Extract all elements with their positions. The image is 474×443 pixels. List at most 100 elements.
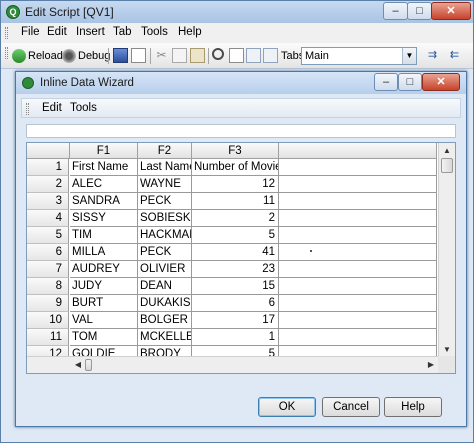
grid-cell[interactable]: PECK <box>138 244 192 261</box>
column-header-f1[interactable]: F1 <box>70 143 138 159</box>
grid-cell[interactable]: Last Name <box>138 159 192 176</box>
print-icon[interactable] <box>131 48 146 63</box>
cut-icon[interactable]: ✂ <box>154 48 169 63</box>
grid-cell[interactable]: AUDREY <box>70 261 138 278</box>
column-header-f3[interactable]: F3 <box>192 143 279 159</box>
column-header-empty[interactable] <box>279 143 437 159</box>
grid-cell[interactable]: HACKMAN <box>138 227 192 244</box>
row-number-cell[interactable]: 1 <box>27 159 69 176</box>
tabs-dropdown[interactable]: Main ▼ <box>301 47 417 65</box>
grid-cell[interactable]: PECK <box>138 193 192 210</box>
debug-button[interactable]: Debug <box>62 47 110 65</box>
cancel-button[interactable]: Cancel <box>322 397 380 417</box>
grid-cell[interactable]: 2 <box>192 210 279 227</box>
reload-button[interactable]: Reload <box>12 47 63 65</box>
vertical-scrollbar[interactable]: ▲ ▼ <box>438 143 455 358</box>
grid-cell[interactable]: 6 <box>192 295 279 312</box>
grid-cell[interactable]: SISSY <box>70 210 138 227</box>
grid-cell[interactable]: VAL <box>70 312 138 329</box>
promote-tab-icon[interactable] <box>246 48 261 63</box>
minimize-button[interactable]: – <box>383 2 408 20</box>
grid-cell[interactable]: DEAN <box>138 278 192 295</box>
ok-button[interactable]: OK <box>258 397 316 417</box>
grid-cell[interactable]: SOBIESKI <box>138 210 192 227</box>
collapse-icon[interactable]: ⇇ <box>447 48 462 63</box>
column-header-f2[interactable]: F2 <box>138 143 192 159</box>
grid-cell[interactable] <box>279 244 437 261</box>
grid-cell[interactable] <box>279 159 437 176</box>
chevron-down-icon[interactable]: ▼ <box>402 48 416 64</box>
grid-cell[interactable] <box>279 227 437 244</box>
grid-cell[interactable]: DUKAKIS <box>138 295 192 312</box>
grid-cell[interactable]: SANDRA <box>70 193 138 210</box>
cell-edit-field[interactable] <box>26 124 456 138</box>
grid-cell[interactable]: WAYNE <box>138 176 192 193</box>
grid-cell[interactable]: 11 <box>192 193 279 210</box>
grid-cell[interactable] <box>279 193 437 210</box>
dialog-menu-edit[interactable]: Edit <box>42 102 62 114</box>
grid-cell[interactable] <box>279 210 437 227</box>
scroll-up-icon[interactable]: ▲ <box>440 144 454 158</box>
grid-cell[interactable] <box>279 295 437 312</box>
scroll-right-icon[interactable]: ▶ <box>424 358 438 372</box>
grid-cell[interactable]: 15 <box>192 278 279 295</box>
menu-insert[interactable]: Insert <box>76 26 105 38</box>
copy-icon[interactable] <box>172 48 187 63</box>
grid-cell[interactable]: OLIVIER <box>138 261 192 278</box>
save-icon[interactable] <box>113 48 128 63</box>
grid-cell[interactable]: 5 <box>192 227 279 244</box>
help-button[interactable]: Help <box>384 397 442 417</box>
expand-icon[interactable]: ⇉ <box>425 48 440 63</box>
grid-cell[interactable]: ALEC <box>70 176 138 193</box>
vertical-scroll-thumb[interactable] <box>441 158 453 173</box>
dialog-maximize-button[interactable]: □ <box>398 73 422 91</box>
dialog-minimize-button[interactable]: – <box>374 73 398 91</box>
grid-cell[interactable]: TIM <box>70 227 138 244</box>
grid-cell[interactable]: 12 <box>192 176 279 193</box>
grid-cell[interactable] <box>279 278 437 295</box>
row-number-cell[interactable]: 11 <box>27 329 69 346</box>
horizontal-scroll-thumb[interactable] <box>85 359 92 371</box>
grid-cell[interactable] <box>279 261 437 278</box>
grid-cell[interactable] <box>279 312 437 329</box>
dialog-close-button[interactable]: ✕ <box>422 73 460 91</box>
maximize-button[interactable]: □ <box>407 2 432 20</box>
find-icon[interactable] <box>212 48 224 60</box>
grid-cell[interactable]: 23 <box>192 261 279 278</box>
grid-cell[interactable]: TOM <box>70 329 138 346</box>
grid-cell[interactable]: 1 <box>192 329 279 346</box>
menu-edit[interactable]: Edit <box>47 26 67 38</box>
scroll-left-icon[interactable]: ◀ <box>71 358 85 372</box>
grid-cell[interactable]: 41 <box>192 244 279 261</box>
demote-tab-icon[interactable] <box>263 48 278 63</box>
row-number-cell[interactable]: 2 <box>27 176 69 193</box>
grid-cell[interactable]: MILLA <box>70 244 138 261</box>
grid-cell[interactable] <box>279 176 437 193</box>
grid-cell[interactable]: MCKELLEN <box>138 329 192 346</box>
row-number-cell[interactable]: 9 <box>27 295 69 312</box>
grid-cell[interactable]: Number of Movies <box>192 159 279 176</box>
row-number-cell[interactable]: 7 <box>27 261 69 278</box>
grid-cell[interactable]: BURT <box>70 295 138 312</box>
row-number-cell[interactable]: 10 <box>27 312 69 329</box>
grid-cell[interactable] <box>279 329 437 346</box>
dialog-menu-tools[interactable]: Tools <box>70 102 97 114</box>
row-number-cell[interactable]: 4 <box>27 210 69 227</box>
new-tab-icon[interactable] <box>229 48 244 63</box>
grid-cell[interactable]: First Name <box>70 159 138 176</box>
inline-data-grid[interactable]: F1 F2 F3 1 First Name Last Name Number of M… <box>26 142 456 374</box>
menu-file[interactable]: File <box>21 26 40 38</box>
grid-cell[interactable]: 17 <box>192 312 279 329</box>
paste-icon[interactable] <box>190 48 205 63</box>
menu-help[interactable]: Help <box>178 26 202 38</box>
row-number-cell[interactable]: 5 <box>27 227 69 244</box>
horizontal-scrollbar[interactable]: ◀ ▶ <box>27 356 440 373</box>
scroll-down-icon[interactable]: ▼ <box>440 343 454 357</box>
grid-corner-cell[interactable] <box>27 143 70 159</box>
row-number-cell[interactable]: 8 <box>27 278 69 295</box>
close-button[interactable]: ✕ <box>431 2 471 20</box>
grid-cell[interactable]: JUDY <box>70 278 138 295</box>
menu-tools[interactable]: Tools <box>141 26 168 38</box>
row-number-cell[interactable]: 3 <box>27 193 69 210</box>
row-number-cell[interactable]: 6 <box>27 244 69 261</box>
